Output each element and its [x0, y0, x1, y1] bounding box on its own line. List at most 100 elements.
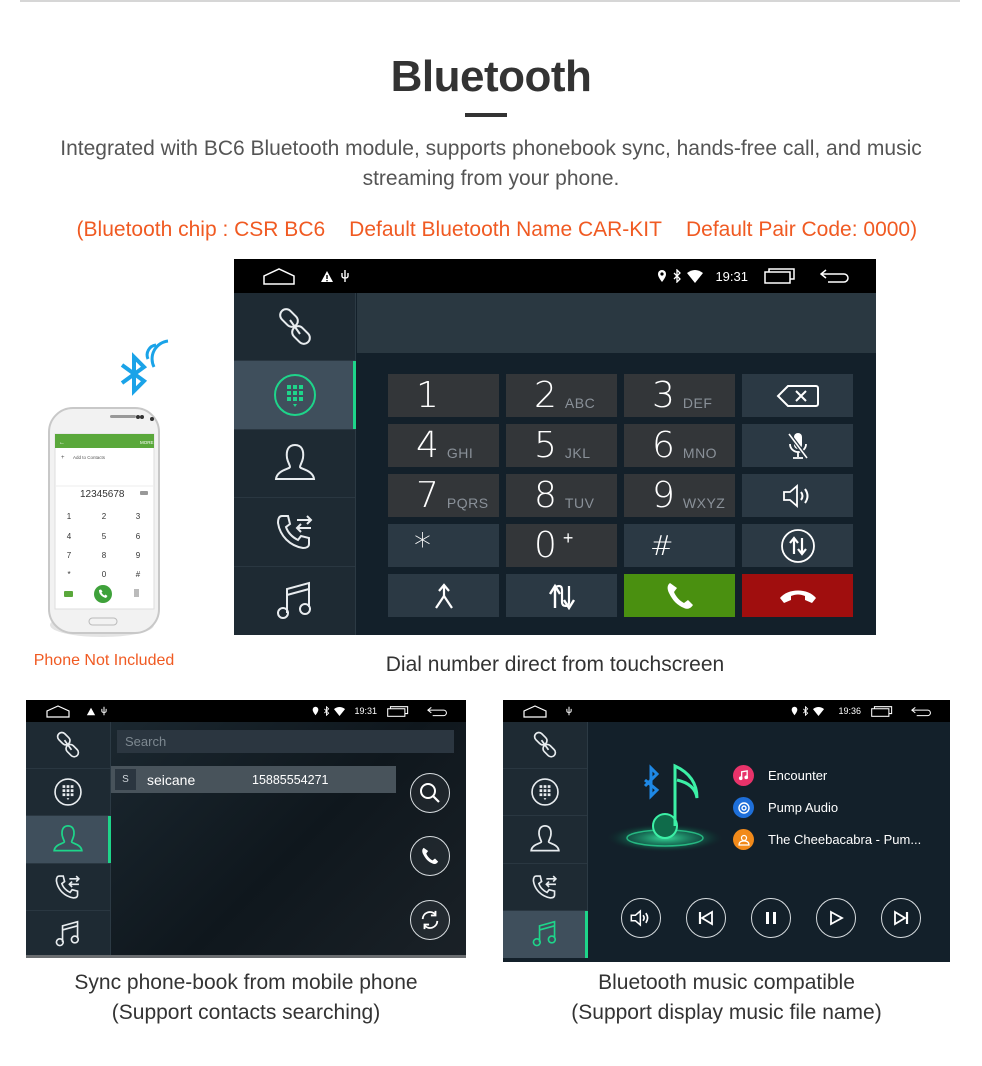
search-button[interactable] [410, 773, 450, 813]
location-icon [312, 706, 319, 716]
svg-text:0: 0 [102, 570, 107, 579]
artist-title: The Cheebacabra - Pum... [768, 832, 922, 847]
contact-list-item[interactable]: S seicane 15885554271 [111, 766, 396, 793]
key-7[interactable]: 7 PQRS [388, 474, 499, 517]
phone-icon [422, 847, 439, 865]
key-8[interactable]: 8 TUV [506, 474, 617, 517]
status-bar: 19:31 [26, 700, 466, 722]
speaker-icon [630, 909, 649, 927]
pause-button[interactable] [751, 898, 791, 938]
sidebar-item-call-log[interactable] [234, 498, 355, 567]
dialer-caption: Dial number direct from touchscreen [385, 653, 725, 676]
svg-text:9: 9 [136, 551, 141, 560]
sidebar-item-music[interactable] [26, 911, 110, 955]
transfer-audio-button[interactable] [742, 524, 853, 567]
usb-icon [340, 269, 350, 283]
play-icon [830, 910, 844, 926]
svg-text:3: 3 [136, 512, 141, 521]
backspace-button[interactable] [742, 374, 853, 417]
home-icon[interactable] [46, 704, 70, 718]
contacts-caption-line2: (Support contacts searching) [111, 1001, 381, 1024]
status-bar: 19:31 [234, 259, 876, 293]
link-icon [278, 307, 311, 345]
hang-up-button[interactable] [742, 574, 853, 617]
recent-apps-icon[interactable] [387, 705, 409, 717]
back-icon[interactable] [820, 268, 850, 284]
play-button[interactable] [816, 898, 856, 938]
link-icon [533, 731, 557, 758]
sidebar-item-contacts[interactable] [234, 430, 355, 499]
key-1[interactable]: 1 [388, 374, 499, 417]
mic-mute-icon [786, 432, 809, 459]
recent-apps-icon[interactable] [764, 268, 796, 284]
contacts-caption-line1: Sync phone-book from mobile phone [74, 971, 418, 994]
contact-initial: S [115, 769, 136, 790]
contacts-screen: 19:31 Search S seicane 15885554271 [26, 700, 466, 958]
key-9[interactable]: 9 WXYZ [624, 474, 735, 517]
location-icon [657, 269, 667, 283]
dialer-sidebar [234, 293, 356, 635]
contact-icon [274, 444, 315, 481]
sidebar-item-music[interactable] [234, 567, 355, 635]
status-time: 19:31 [715, 268, 748, 284]
svg-text:+: + [61, 455, 65, 461]
bluetooth-music-art [607, 763, 723, 852]
volume-button[interactable] [621, 898, 661, 938]
swap-call-button[interactable] [506, 574, 617, 617]
sidebar-item-link[interactable] [26, 722, 110, 770]
key-6[interactable]: 6 MNO [624, 424, 735, 467]
sidebar-item-music[interactable] [503, 910, 588, 959]
spec-pair-code: Default Pair Code: 0000) [685, 218, 918, 241]
sidebar-item-call-log[interactable] [26, 864, 110, 911]
svg-text:←: ← [59, 440, 65, 446]
key-2[interactable]: 2 ABC [506, 374, 617, 417]
track-item[interactable]: Encounter [733, 765, 827, 786]
music-sidebar [503, 722, 588, 959]
call-contact-button[interactable] [410, 836, 450, 876]
key-0[interactable]: 0 + [506, 524, 617, 567]
sidebar-item-dialpad[interactable] [26, 769, 110, 817]
backspace-icon [776, 384, 819, 407]
artist-item[interactable]: The Cheebacabra - Pum... [733, 829, 921, 850]
key-5[interactable]: 5 JKL [506, 424, 617, 467]
sidebar-item-contacts[interactable] [503, 816, 587, 864]
sidebar-item-link[interactable] [503, 722, 587, 770]
next-track-button[interactable] [881, 898, 921, 938]
track-title: Encounter [768, 768, 828, 783]
page-title: Bluetooth [390, 52, 592, 101]
search-input[interactable]: Search [117, 730, 454, 753]
back-icon[interactable] [427, 706, 448, 717]
title-underline [465, 113, 507, 117]
back-icon[interactable] [911, 706, 932, 717]
merge-call-button[interactable] [388, 574, 499, 617]
sidebar-item-dialpad[interactable] [234, 361, 356, 430]
album-title: Pump Audio [768, 800, 839, 815]
spec-name: Default Bluetooth Name CAR-KIT [349, 218, 662, 241]
sidebar-item-dialpad[interactable] [503, 769, 587, 817]
svg-text:*: * [67, 570, 70, 579]
speaker-button[interactable] [742, 474, 853, 517]
sidebar-item-link[interactable] [234, 293, 355, 362]
speaker-icon [782, 483, 808, 508]
hang-up-icon [779, 590, 816, 603]
contacts-sidebar [26, 722, 111, 955]
bluetooth-signal-icon [120, 339, 169, 396]
recent-apps-icon[interactable] [871, 705, 893, 717]
album-item[interactable]: Pump Audio [733, 797, 838, 818]
sidebar-item-contacts[interactable] [26, 816, 111, 864]
sync-button[interactable] [410, 900, 450, 940]
mute-button[interactable] [742, 424, 853, 467]
contact-name: seicane [147, 771, 196, 788]
key-3[interactable]: 3 DEF [624, 374, 735, 417]
previous-track-button[interactable] [686, 898, 726, 938]
sidebar-item-call-log[interactable] [503, 864, 587, 911]
key-4[interactable]: 4 GHI [388, 424, 499, 467]
usb-icon [100, 706, 108, 716]
call-button[interactable] [624, 574, 735, 617]
swap-arrows-circle-icon [780, 528, 815, 563]
key-hash[interactable]: # [624, 524, 735, 567]
key-star[interactable]: * [388, 524, 499, 567]
home-icon[interactable] [262, 267, 296, 285]
home-icon[interactable] [523, 704, 547, 718]
svg-text:#: # [136, 570, 141, 579]
